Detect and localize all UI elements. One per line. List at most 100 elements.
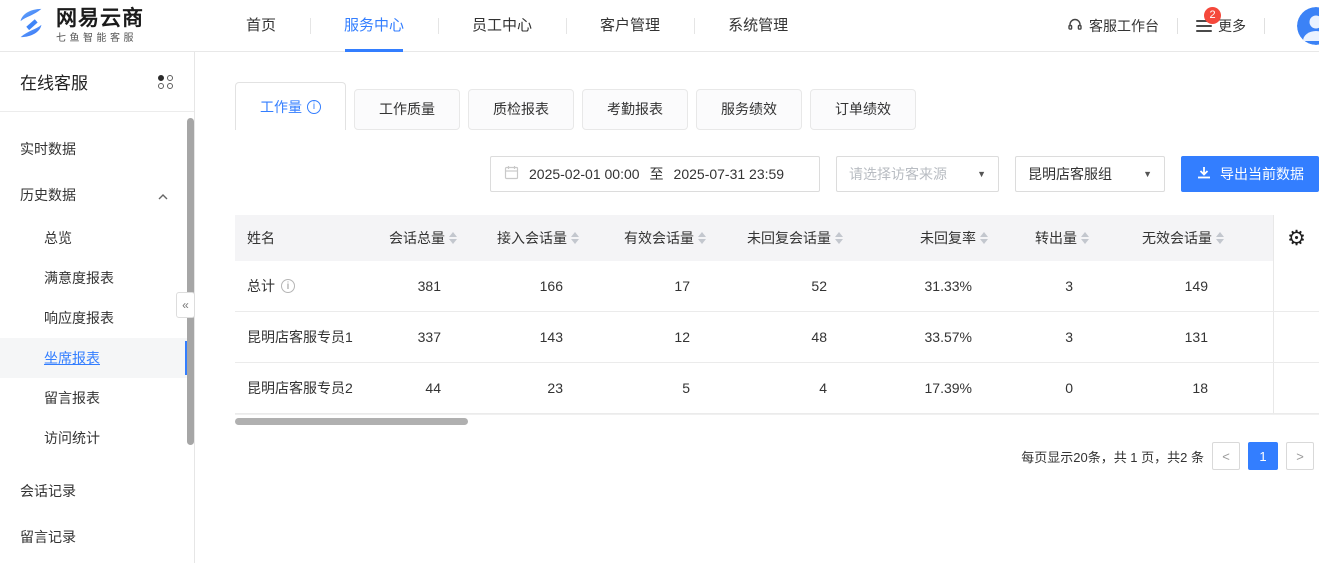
cell-transferred-out: 3	[990, 329, 1091, 345]
cell-valid-sessions: 12	[581, 329, 708, 345]
sidebar-item-realtime-data[interactable]: 实时数据	[0, 126, 194, 172]
column-settings-cell: ⚙	[1273, 215, 1319, 261]
gear-icon[interactable]: ⚙	[1287, 228, 1306, 249]
column-header-unreplied-sessions[interactable]: 未回复会话量	[708, 228, 845, 248]
date-to-label: 至	[650, 164, 664, 184]
nav-item-customer-mgmt[interactable]: 客户管理	[566, 0, 694, 52]
pagination: 每页显示20条，共 1 页，共2 条 < 1 >	[195, 442, 1319, 470]
cell-accepted-sessions: 166	[459, 278, 581, 294]
avatar[interactable]	[1297, 7, 1319, 45]
sidebar-header: 在线客服	[0, 52, 194, 112]
column-header-name: 姓名	[235, 228, 375, 248]
column-header-total-sessions[interactable]: 会话总量	[375, 228, 459, 248]
sort-icon	[449, 232, 459, 244]
sidebar-item-history-data[interactable]: 历史数据	[0, 172, 194, 218]
sort-icon	[835, 232, 845, 244]
tab-order-performance[interactable]: 订单绩效	[810, 89, 916, 130]
service-group-value: 昆明店客服组	[1028, 164, 1112, 184]
cell-unreplied-rate: 17.39%	[845, 380, 990, 396]
column-header-accepted-sessions[interactable]: 接入会话量	[459, 228, 581, 248]
cell-unreplied-rate: 31.33%	[845, 278, 990, 294]
cell-unreplied-sessions: 4	[708, 380, 845, 396]
cell-unreplied-sessions: 48	[708, 329, 845, 345]
spacer	[0, 458, 194, 468]
row-settings-cell	[1273, 363, 1319, 413]
info-icon[interactable]: i	[281, 279, 295, 293]
cell-unreplied-rate: 33.57%	[845, 329, 990, 345]
service-group-select[interactable]: 昆明店客服组 ▼	[1015, 156, 1165, 192]
sidebar-title: 在线客服	[20, 69, 88, 94]
date-start-value: 2025-02-01 00:00	[529, 166, 640, 182]
brand-title: 网易云商	[56, 7, 144, 30]
cell-invalid-sessions: 18	[1091, 380, 1226, 396]
column-header-valid-sessions[interactable]: 有效会话量	[581, 228, 708, 248]
chevron-left-icon: <	[1222, 449, 1230, 464]
caret-down-icon: ▼	[977, 169, 986, 179]
next-page-button[interactable]: >	[1286, 442, 1314, 470]
row-name: 总计	[247, 276, 275, 296]
nav-item-system-mgmt[interactable]: 系统管理	[694, 0, 822, 52]
table-row-total: 总计 i 381 166 17 52 31.33% 3 149	[235, 261, 1319, 312]
row-name: 昆明店客服专员1	[247, 327, 353, 347]
download-icon	[1196, 165, 1212, 184]
sidebar-item-overview[interactable]: 总览	[0, 218, 194, 258]
agent-report-table: 姓名 会话总量 接入会话量 有效会话量 未回复会话量 未回复率	[235, 215, 1319, 414]
cell-unreplied-sessions: 52	[708, 278, 845, 294]
brand-logo[interactable]: 网易云商 七鱼智能客服	[0, 6, 144, 45]
tab-work-quality[interactable]: 工作质量	[354, 89, 460, 130]
workbench-button[interactable]: 客服工作台	[1067, 16, 1159, 36]
pagination-summary: 每页显示20条，共 1 页，共2 条	[1021, 447, 1204, 466]
tab-attendance-report[interactable]: 考勤报表	[582, 89, 688, 130]
date-range-picker[interactable]: 2025-02-01 00:00 至 2025-07-31 23:59	[490, 156, 820, 192]
sort-icon	[1216, 232, 1226, 244]
sort-icon	[1081, 232, 1091, 244]
column-header-transferred-out[interactable]: 转出量	[990, 228, 1091, 248]
sidebar-item-satisfaction-report[interactable]: 满意度报表	[0, 258, 194, 298]
nav-item-staff-center[interactable]: 员工中心	[438, 0, 566, 52]
cell-accepted-sessions: 23	[459, 380, 581, 396]
caret-down-icon: ▼	[1143, 169, 1152, 179]
sidebar-item-session-records[interactable]: 会话记录	[0, 468, 194, 514]
visitor-source-select[interactable]: 请选择访客来源 ▼	[836, 156, 999, 192]
calendar-icon	[504, 165, 519, 183]
column-header-unreplied-rate[interactable]: 未回复率	[845, 228, 990, 248]
tab-qc-report[interactable]: 质检报表	[468, 89, 574, 130]
sidebar-menu: 实时数据 历史数据 总览 满意度报表 响应度报表 坐席报表 留言报表 访问统计 …	[0, 112, 194, 560]
apps-grid-icon[interactable]	[158, 75, 174, 89]
divider	[1177, 18, 1178, 34]
sidebar-item-visit-stats[interactable]: 访问统计	[0, 418, 194, 458]
nav-item-service-center[interactable]: 服务中心	[310, 0, 438, 52]
visitor-source-placeholder: 请选择访客来源	[849, 164, 947, 184]
more-label: 更多	[1218, 16, 1246, 36]
cell-invalid-sessions: 149	[1091, 278, 1226, 294]
more-button[interactable]: 2 更多	[1196, 16, 1246, 36]
table-row-agent1: 昆明店客服专员1 337 143 12 48 33.57% 3 131	[235, 312, 1319, 363]
filter-bar: 2025-02-01 00:00 至 2025-07-31 23:59 请选择访…	[195, 156, 1319, 192]
sidebar-scrollbar[interactable]	[187, 118, 194, 445]
workbench-label: 客服工作台	[1089, 16, 1159, 36]
horizontal-scrollbar	[235, 414, 1319, 430]
row-settings-cell	[1273, 312, 1319, 362]
sort-icon	[698, 232, 708, 244]
prev-page-button[interactable]: <	[1212, 442, 1240, 470]
nav-right-tools: 客服工作台 2 更多	[1067, 7, 1319, 45]
info-icon[interactable]: i	[307, 100, 321, 114]
tab-workload[interactable]: 工作量 i	[235, 82, 346, 130]
nav-item-home[interactable]: 首页	[212, 0, 310, 52]
cell-total-sessions: 337	[375, 329, 459, 345]
sidebar-item-response-report[interactable]: 响应度报表	[0, 298, 194, 338]
tab-service-performance[interactable]: 服务绩效	[696, 89, 802, 130]
brand-subtitle: 七鱼智能客服	[56, 33, 144, 44]
primary-nav: 首页 服务中心 员工中心 客户管理 系统管理	[212, 0, 822, 52]
row-settings-cell	[1273, 261, 1319, 311]
cell-valid-sessions: 5	[581, 380, 708, 396]
sidebar-item-agent-report[interactable]: 坐席报表	[0, 338, 194, 378]
collapse-sidebar-icon[interactable]: «	[176, 292, 195, 318]
page-number-button[interactable]: 1	[1248, 442, 1278, 470]
horizontal-scrollbar-thumb[interactable]	[235, 418, 468, 425]
column-header-invalid-sessions[interactable]: 无效会话量	[1091, 228, 1226, 248]
sidebar-item-message-report[interactable]: 留言报表	[0, 378, 194, 418]
sidebar-item-message-records[interactable]: 留言记录	[0, 514, 194, 560]
export-data-button[interactable]: 导出当前数据	[1181, 156, 1319, 192]
notification-badge: 2	[1204, 7, 1221, 24]
